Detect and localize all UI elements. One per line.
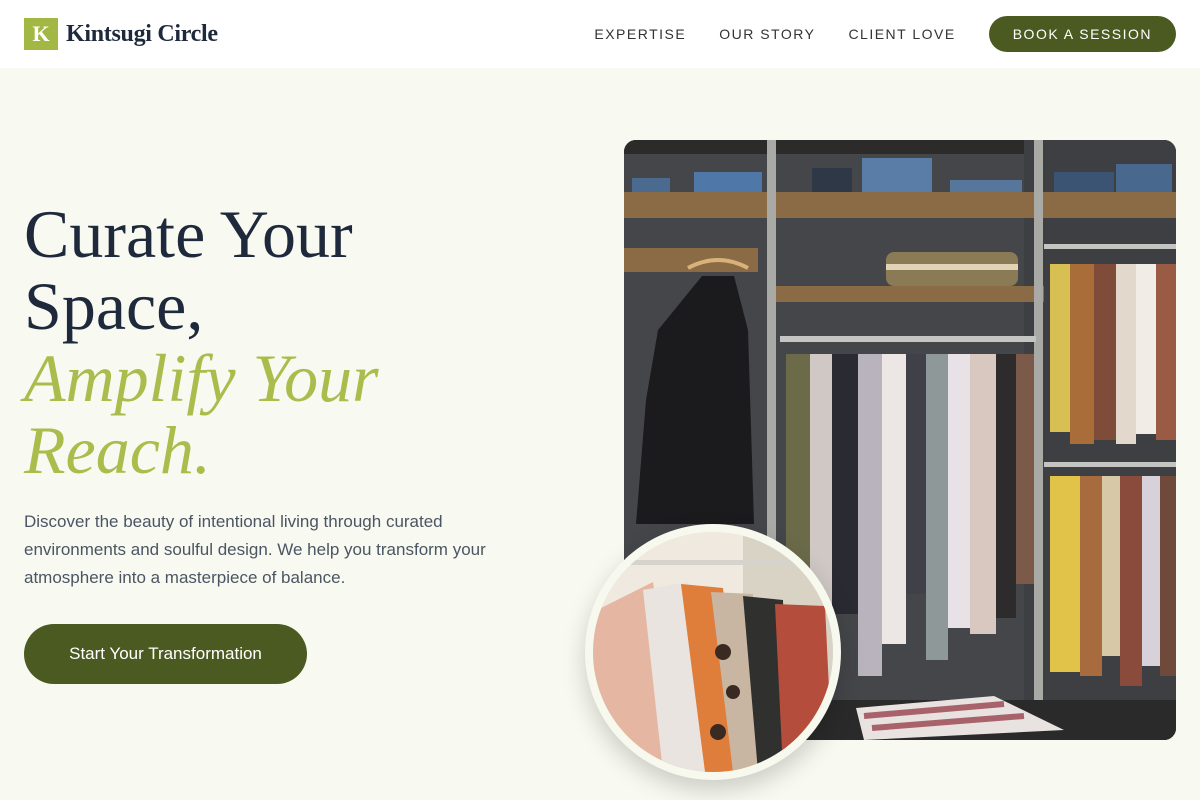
hero-title: Curate Your Space, Amplify Your Reach. <box>24 198 564 486</box>
main-nav: EXPERTISE OUR STORY CLIENT LOVE BOOK A S… <box>594 16 1176 52</box>
logo-mark: K <box>24 18 58 50</box>
start-transformation-button[interactable]: Start Your Transformation <box>24 624 307 684</box>
hero-accent-line-2: Reach. <box>24 412 211 488</box>
nav-link-our-story[interactable]: OUR STORY <box>719 26 815 42</box>
book-session-button[interactable]: BOOK A SESSION <box>988 16 1176 52</box>
hero-accent-line-1: Amplify Your <box>24 340 379 416</box>
hero-title-line-1: Curate Your <box>24 196 353 272</box>
site-header: K Kintsugi Circle EXPERTISE OUR STORY CL… <box>0 0 1200 68</box>
clothing-rack-photo <box>585 524 841 780</box>
nav-link-expertise[interactable]: EXPERTISE <box>594 26 686 42</box>
nav-link-client-love[interactable]: CLIENT LOVE <box>848 26 955 42</box>
hero-subtitle: Discover the beauty of intentional livin… <box>24 512 486 587</box>
brand-logo[interactable]: K Kintsugi Circle <box>24 18 218 50</box>
brand-name: Kintsugi Circle <box>66 20 218 47</box>
hero-title-line-2: Space, <box>24 268 204 344</box>
